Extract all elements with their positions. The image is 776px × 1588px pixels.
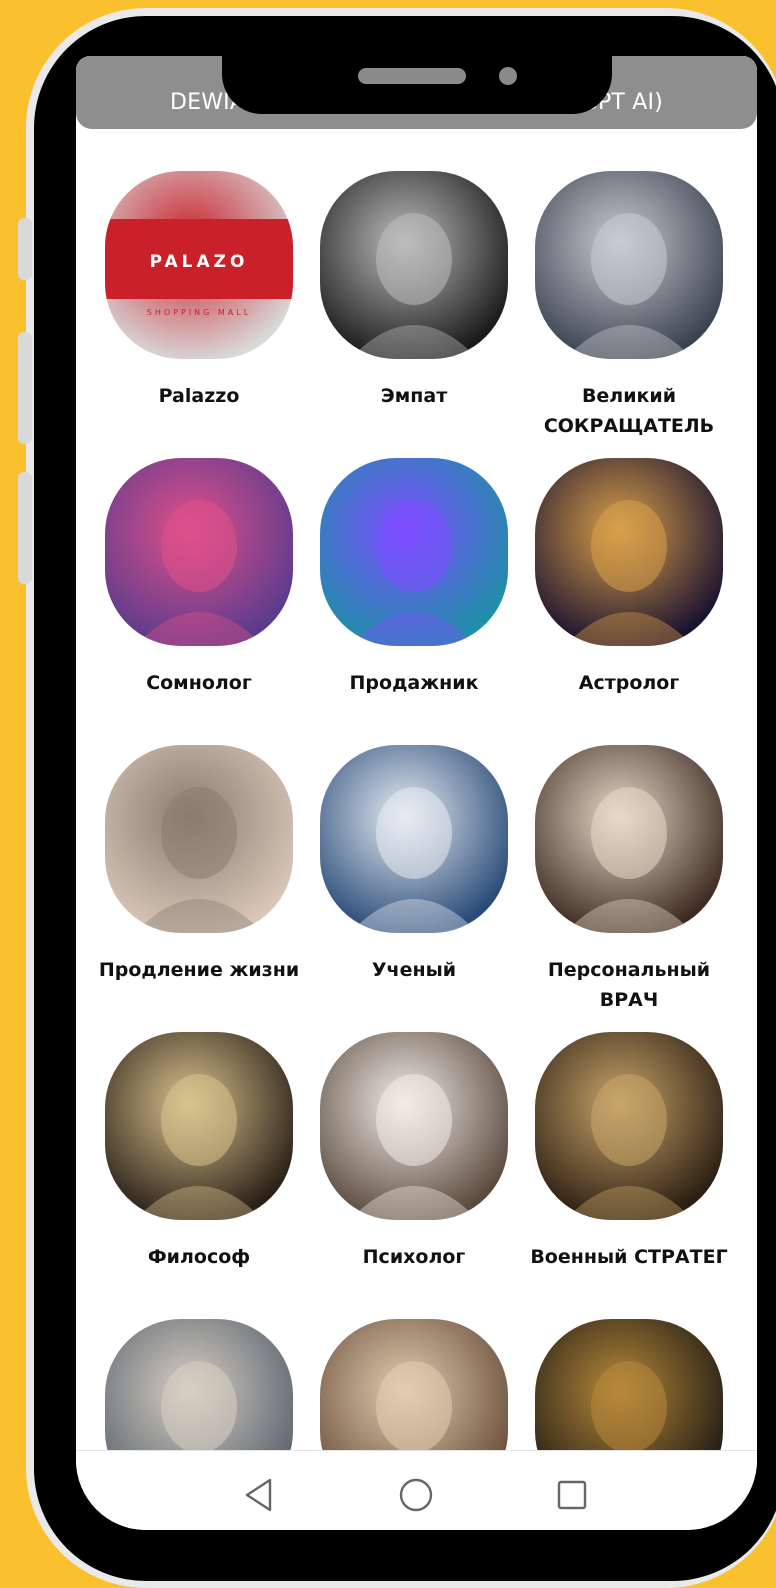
psychologist-woman-icon-art <box>350 1074 478 1220</box>
assistant-label: Психолог <box>362 1246 466 1268</box>
old-philosopher-icon[interactable] <box>105 1032 293 1220</box>
assistant-label: Эмпат <box>380 385 448 407</box>
home-button[interactable] <box>394 1473 438 1517</box>
recents-icon <box>557 1480 587 1510</box>
robot-head-icon[interactable] <box>535 171 723 359</box>
front-camera <box>499 67 517 85</box>
young-old-face-icon-art <box>135 787 263 933</box>
assistant-label: Военный СТРАТЕГ <box>530 1246 728 1268</box>
assistant-card[interactable]: Персональный ВРАЧ <box>519 745 739 1015</box>
assistant-card[interactable]: Военный СТРАТЕГ <box>519 1032 739 1302</box>
camera-notch <box>222 16 612 114</box>
power-button <box>18 472 32 584</box>
recents-button[interactable] <box>550 1473 594 1517</box>
old-strategist-icon-art <box>565 1074 693 1220</box>
system-nav-bar <box>76 1450 757 1530</box>
old-strategist-icon[interactable] <box>535 1032 723 1220</box>
old-philosopher-icon-art <box>135 1074 263 1220</box>
assistant-card[interactable]: Философ <box>89 1032 309 1302</box>
eye-portrait-icon-art <box>350 213 478 359</box>
assistant-label: Palazzo <box>158 385 240 407</box>
back-button[interactable] <box>236 1473 280 1517</box>
home-icon <box>399 1478 433 1512</box>
assistant-label: Продление жизни <box>98 959 300 981</box>
app-screen: DEWIAR Ассистент (на основе ChatGPT AI) … <box>76 56 757 1530</box>
psychologist-woman-icon[interactable] <box>320 1032 508 1220</box>
isometric-store-icon-art <box>350 500 478 646</box>
svg-text:SHOPPING MALL: SHOPPING MALL <box>147 308 251 317</box>
palazzo-logo-icon[interactable]: PALAZO SHOPPING MALL <box>105 171 293 359</box>
assistant-card[interactable]: Психолог <box>304 1032 524 1302</box>
assistant-card[interactable]: Великий СОКРАЩАТЕЛЬ <box>519 171 739 441</box>
dreaming-woman-icon-art <box>135 500 263 646</box>
young-old-face-icon[interactable] <box>105 745 293 933</box>
scientist-icon[interactable] <box>320 745 508 933</box>
assistant-card[interactable]: Астролог <box>519 458 739 728</box>
assistant-label: Великий СОКРАЩАТЕЛЬ <box>543 385 715 437</box>
palazzo-logo-icon-art: PALAZO SHOPPING MALL <box>105 219 293 317</box>
back-icon <box>245 1478 272 1512</box>
scientist-icon-art <box>350 787 478 933</box>
doctor-woman-icon-art <box>565 787 693 933</box>
isometric-store-icon[interactable] <box>320 458 508 646</box>
robot-head-icon-art <box>565 213 693 359</box>
speaker-grille <box>358 68 466 84</box>
doctor-woman-icon[interactable] <box>535 745 723 933</box>
assistant-card[interactable]: Эмпат <box>304 171 524 441</box>
assistant-grid: PALAZO SHOPPING MALL Palazzo Эмпат Великий С… <box>76 56 757 1507</box>
assistant-card[interactable]: Ученый <box>304 745 524 1015</box>
astrologer-woman-icon[interactable] <box>535 458 723 646</box>
assistant-label: Ученый <box>371 959 457 981</box>
assistant-label: Сомнолог <box>146 672 252 694</box>
assistant-label: Астролог <box>578 672 680 694</box>
volume-up-button <box>18 218 32 280</box>
assistant-card[interactable]: Продление жизни <box>89 745 309 1015</box>
volume-down-button <box>18 332 32 444</box>
dreaming-woman-icon[interactable] <box>105 458 293 646</box>
assistant-label: Персональный ВРАЧ <box>547 959 711 1011</box>
assistant-card[interactable]: PALAZO SHOPPING MALL Palazzo <box>89 171 309 441</box>
assistant-card[interactable]: Сомнолог <box>89 458 309 728</box>
assistant-card[interactable]: Продажник <box>304 458 524 728</box>
astrologer-woman-icon-art <box>565 500 693 646</box>
assistant-label: Продажник <box>349 672 479 694</box>
svg-text:PALAZO: PALAZO <box>150 252 249 272</box>
assistant-label: Философ <box>147 1246 251 1268</box>
eye-portrait-icon[interactable] <box>320 171 508 359</box>
